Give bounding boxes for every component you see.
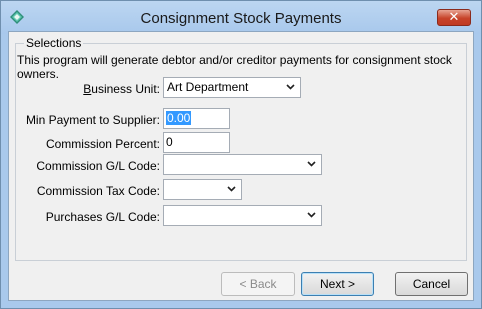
dialog-window: Consignment Stock Payments ✕ Selections … — [0, 0, 482, 309]
chevron-down-icon — [286, 84, 295, 90]
business-unit-select[interactable]: Art Department — [163, 77, 301, 98]
min-payment-input[interactable]: 0.00 — [163, 108, 230, 129]
chevron-down-icon — [307, 161, 316, 167]
chevron-down-icon — [307, 212, 316, 218]
business-unit-label: Business Unit: — [83, 82, 160, 96]
purchases-gl-label: Purchases G/L Code: — [45, 210, 160, 224]
commission-tax-label: Commission Tax Code: — [36, 184, 160, 198]
next-button[interactable]: Next > — [301, 272, 374, 296]
selections-title: Selections — [24, 36, 84, 50]
close-button[interactable]: ✕ — [437, 9, 471, 26]
commission-gl-select[interactable] — [163, 154, 322, 175]
commission-percent-value: 0 — [166, 135, 173, 149]
window-title: Consignment Stock Payments — [140, 10, 342, 27]
purchases-gl-select[interactable] — [163, 205, 322, 226]
chevron-down-icon — [227, 186, 236, 192]
cancel-button[interactable]: Cancel — [395, 272, 468, 296]
min-payment-value: 0.00 — [166, 111, 192, 125]
business-unit-value: Art Department — [167, 80, 249, 94]
min-payment-label: Min Payment to Supplier: — [25, 113, 160, 127]
title-bar[interactable]: Consignment Stock Payments ✕ — [1, 1, 481, 34]
back-button[interactable]: < Back — [221, 272, 295, 296]
commission-tax-select[interactable] — [163, 179, 242, 200]
close-icon: ✕ — [448, 9, 460, 24]
commission-percent-label: Commission Percent: — [45, 137, 160, 151]
commission-gl-label: Commission G/L Code: — [36, 159, 160, 173]
commission-percent-input[interactable]: 0 — [163, 132, 230, 153]
dialog-body: Selections This program will generate de… — [8, 31, 474, 301]
